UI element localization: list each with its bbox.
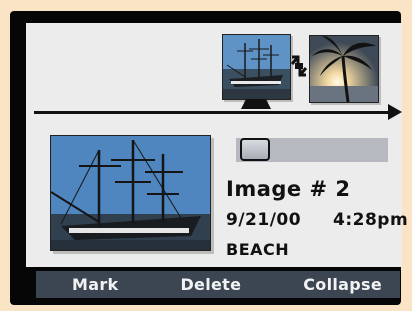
collapse-button[interactable]: Collapse [303,275,382,294]
tall-ship-photo-icon [51,136,210,250]
image-time: 4:28pm [333,210,409,230]
delete-button[interactable]: Delete [180,275,241,294]
timeline-arrow [34,104,402,120]
image-caption: BEACH [226,240,290,259]
swap-arrows-icon [290,55,308,77]
image-title: Image # 2 [226,177,351,201]
scrollbar-thumb[interactable] [240,138,270,161]
soft-key-menu-bar: Mark Delete Collapse [36,271,400,298]
image-date: 9/21/00 [226,210,302,230]
selected-image-preview[interactable] [50,135,211,251]
palm-tree-sunset-photo-icon [310,36,378,102]
arrow-right-icon [388,104,402,120]
thumbnail-beach[interactable] [309,35,379,103]
tall-ship-photo-icon [223,35,290,99]
thumbnail-ship[interactable] [222,34,291,100]
mark-button[interactable]: Mark [72,275,118,294]
